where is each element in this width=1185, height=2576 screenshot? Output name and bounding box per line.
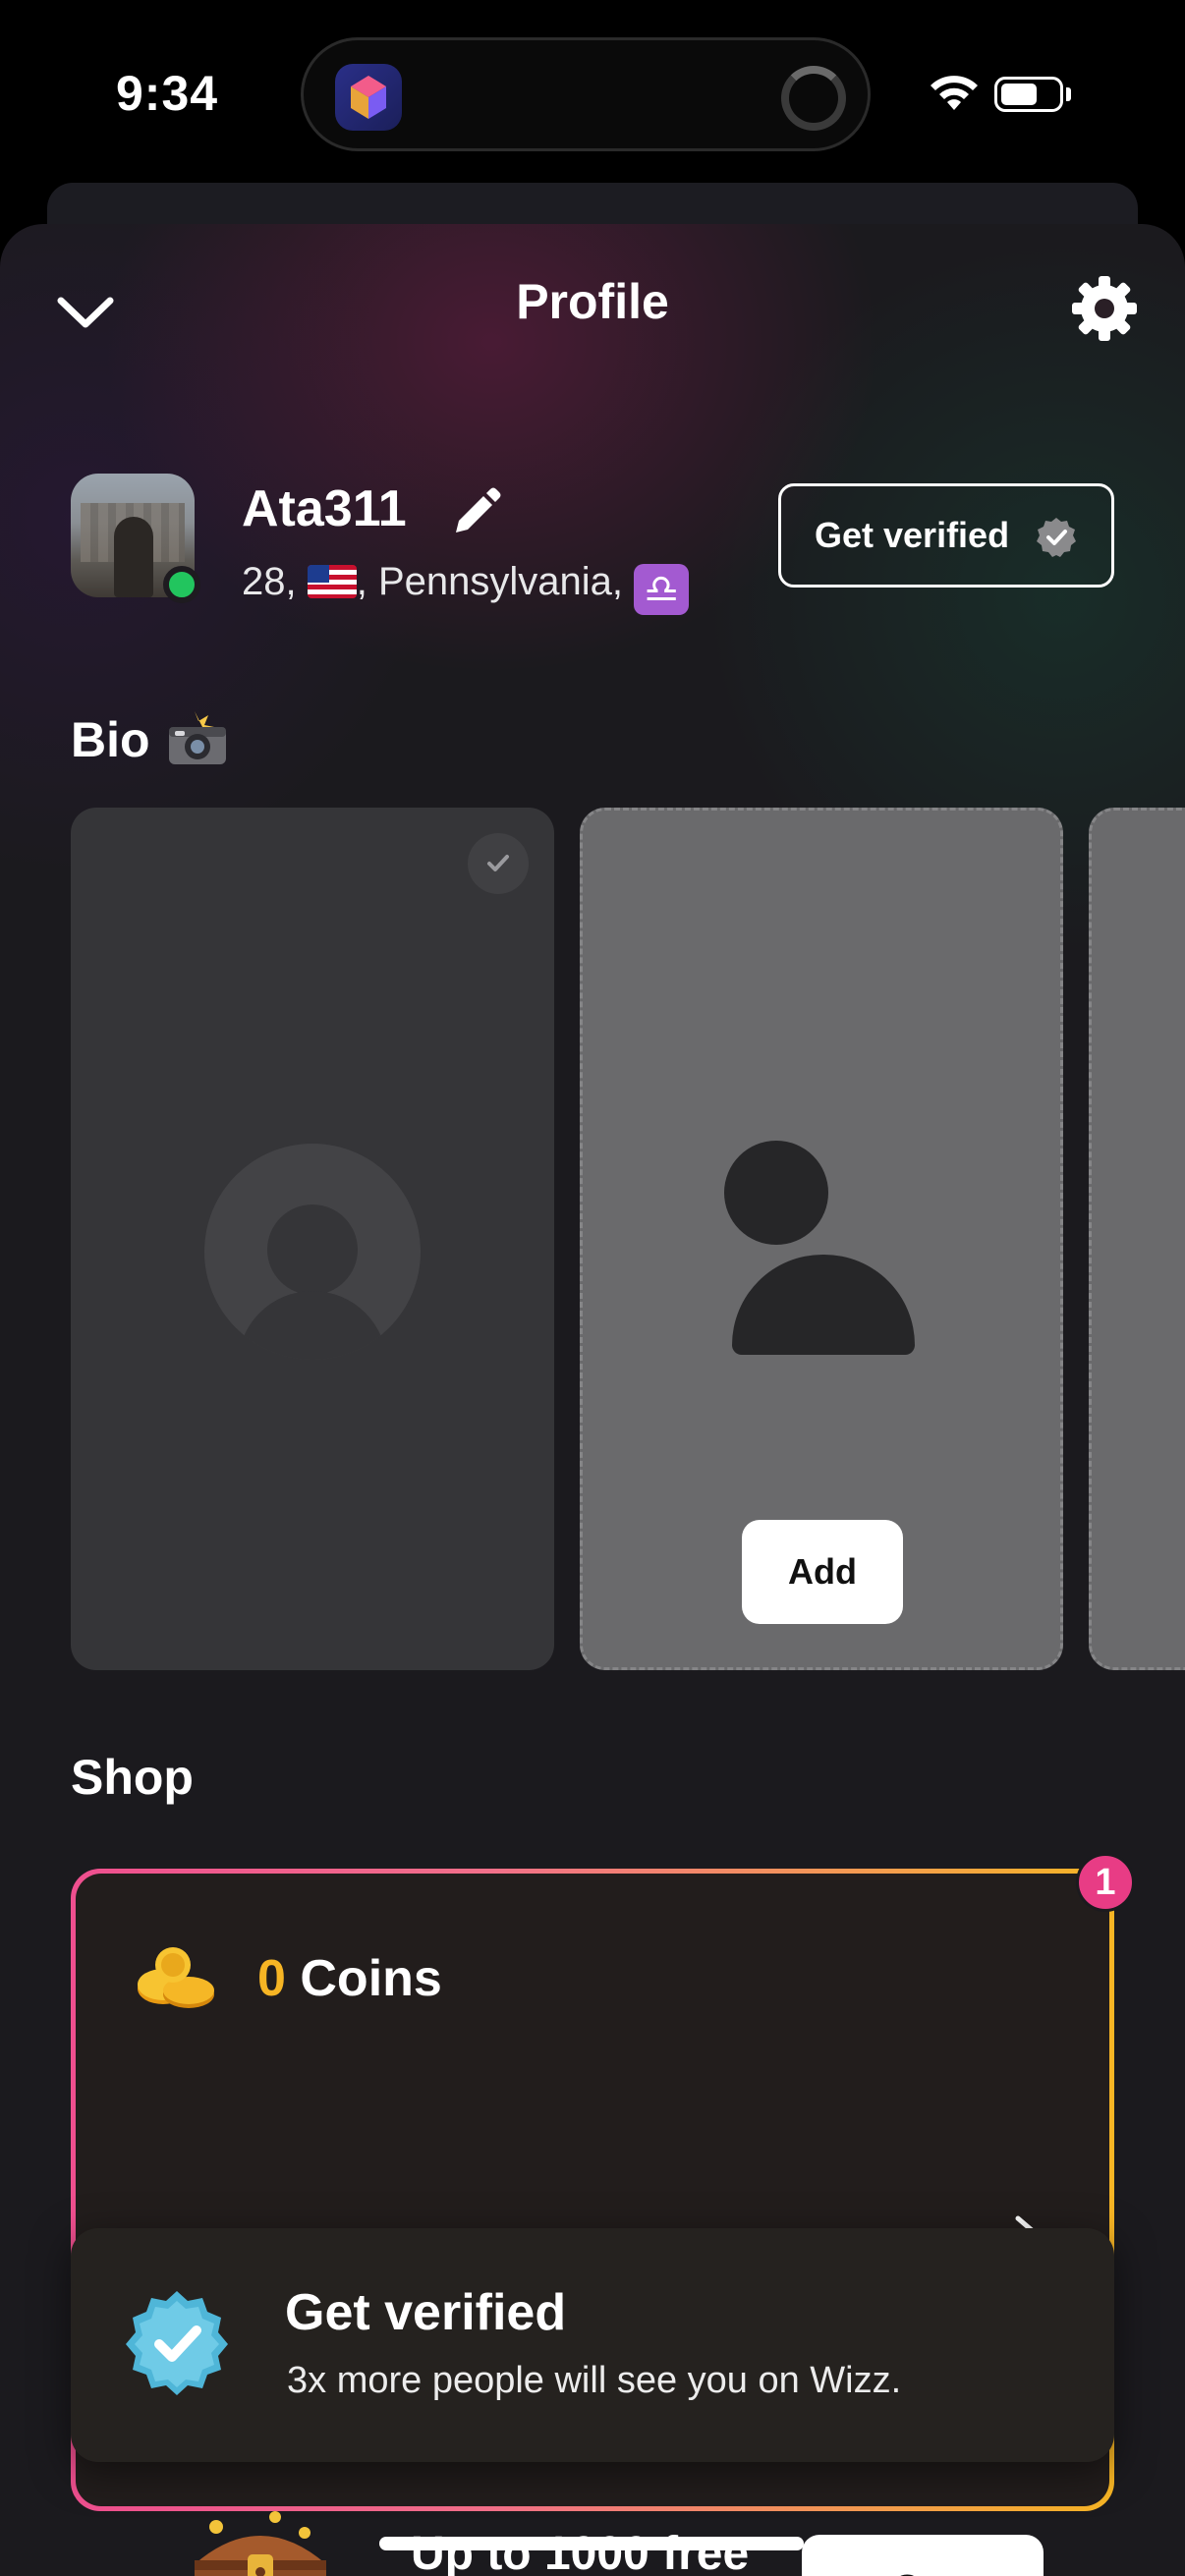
add-photo-button[interactable]: Add	[742, 1520, 903, 1624]
shop-notification-badge: 1	[1076, 1853, 1135, 1912]
shortcuts-app-icon	[335, 64, 402, 131]
gear-icon[interactable]	[1069, 273, 1140, 344]
pencil-edit-icon[interactable]	[448, 485, 503, 540]
coins-icon	[138, 1947, 214, 2008]
profile-details: 28, , Pennsylvania, ♎	[242, 560, 690, 615]
get-free-coins-button[interactable]: Get	[802, 2535, 1044, 2576]
profile-age: 28,	[242, 560, 297, 603]
username: Ata311	[242, 480, 407, 537]
us-flag-icon	[307, 565, 357, 598]
person-placeholder-icon	[724, 1141, 828, 1245]
coins-balance[interactable]: 0 Coins	[257, 1949, 442, 2008]
profile-sheet: Profile Ata311 28, , Pennsylvania, ♎ Get…	[0, 224, 1185, 2576]
libra-zodiac-icon: ♎	[634, 564, 690, 615]
bio-photo-slot-2[interactable]: Add	[580, 808, 1063, 1670]
wifi-icon	[931, 76, 978, 110]
camera-flash-icon	[169, 711, 226, 764]
verify-promo-title: Get verified	[285, 2284, 567, 2341]
bio-photo-slot-3[interactable]	[1089, 808, 1185, 1670]
person-placeholder-body	[732, 1255, 915, 1355]
coins-label: Coins	[300, 1950, 442, 2007]
verify-promo-subtitle: 3x more people will see you on Wizz.	[287, 2360, 902, 2401]
battery-cap	[1066, 87, 1071, 101]
status-bar: 9:34	[0, 0, 1185, 187]
bio-title: Bio	[71, 712, 150, 767]
treasure-chest-icon	[195, 2511, 326, 2576]
verified-badge-icon	[1037, 518, 1076, 557]
shop-title: Shop	[71, 1750, 194, 1805]
status-time: 9:34	[116, 66, 219, 121]
online-status-dot	[163, 566, 200, 603]
activity-spinner-icon	[781, 66, 846, 131]
verified-seal-icon	[126, 2291, 228, 2395]
get-verified-promo-card[interactable]: Get verified 3x more people will see you…	[71, 2228, 1114, 2462]
battery-icon	[994, 77, 1063, 112]
coins-count: 0	[257, 1950, 286, 2007]
bio-photo-slot-1[interactable]	[71, 808, 554, 1670]
get-verified-label: Get verified	[815, 515, 1010, 555]
page-title: Profile	[516, 274, 669, 329]
home-indicator[interactable]	[379, 2537, 804, 2550]
checkmark-icon	[468, 833, 529, 894]
profile-placeholder-icon	[204, 1144, 421, 1360]
get-verified-button[interactable]: Get verified	[778, 483, 1114, 588]
dynamic-island	[301, 37, 871, 151]
profile-location: , Pennsylvania,	[356, 560, 624, 603]
